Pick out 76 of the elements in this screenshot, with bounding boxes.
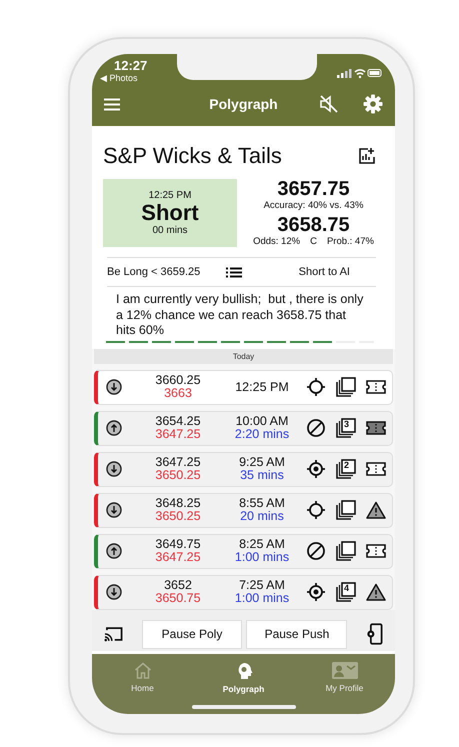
settings-icon[interactable] [363,94,383,114]
entry-price: 3652 [164,578,192,592]
long-threshold: Be Long < 3659.25 [107,266,200,278]
ticket-icon[interactable] [366,462,386,476]
message-text: I am currently very bullish; but , there is only a 12% chance we can reach 3658.75 that hits 60% [115,291,364,339]
crosshair-icon[interactable] [306,377,326,398]
warning-icon[interactable] [366,583,386,602]
trade-duration: 2:20 mins [234,428,290,442]
trade-row[interactable]: 3649.75 3647.25 8:25 AM 1:00 mins [94,534,393,569]
trade-duration: 35 mins [240,469,284,484]
signal-call: Short [141,200,199,226]
trade-duration: 1:00 mins [234,592,290,606]
house-icon [134,662,152,679]
signal-time: 12:25 PM [148,190,192,201]
back-link[interactable]: ◀ Photos [100,74,148,83]
trade-row[interactable]: 3652 3650.75 7:25 AM 1:00 mins 4 [94,574,393,610]
trade-duration: 1:00 mins [234,551,290,566]
trade-time: 8:55 AM [239,496,285,510]
stack-icon[interactable] [336,377,356,398]
grade-text: C [310,236,317,247]
stack-icon[interactable] [336,500,356,520]
tab-item[interactable]: Polygraph [208,662,278,694]
price-value: 3657.75 [277,179,350,200]
phone-settings-icon[interactable] [365,623,383,646]
day-header: Today [94,348,393,364]
prohibited-icon[interactable] [306,418,326,438]
entry-price: 3648.25 [155,496,201,510]
target-value: 3658.75 [277,215,350,236]
entry-price: 3649.75 [155,538,201,552]
stop-price: 3650.75 [155,592,201,606]
menu-icon[interactable] [104,98,120,110]
trade-time: 7:25 AM [239,578,285,592]
odds-text: Odds: 12% [253,236,300,247]
crosshair-icon[interactable] [306,582,326,602]
pause-button[interactable]: Pause Push [246,620,348,649]
status-icons [337,67,383,79]
entry-price: 3660.25 [155,374,201,388]
stop-price: 3663 [164,387,192,402]
crosshair-icon[interactable] [306,500,326,520]
warning-icon[interactable] [366,501,386,520]
crosshair-icon[interactable] [306,459,326,480]
tab-item[interactable]: My Profile [310,662,380,693]
stop-price: 3647.25 [155,551,201,566]
trade-row[interactable]: 3647.25 3650.25 9:25 AM 35 mins 2 [94,452,393,487]
page-title: S&P Wicks & Tails [103,143,282,169]
cast-icon[interactable] [104,626,124,642]
trade-time: 9:25 AM [239,456,285,470]
trade-time: 10:00 AM [236,414,288,428]
accuracy-text: Accuracy: 40% vs. 43% [264,200,364,211]
probability-text: Prob.: 47% [326,236,374,247]
entry-price: 3647.25 [155,456,201,470]
ticket-icon[interactable] [366,421,386,436]
ticket-icon[interactable] [366,544,386,558]
ticket-icon[interactable] [366,380,386,394]
trade-row[interactable]: 3660.25 3663 12:25 PM [94,370,393,405]
stop-price: 3650.25 [155,510,201,524]
trade-row[interactable]: 3654.25 3647.25 10:00 AM 2:20 mins 3 [94,410,393,446]
trade-row[interactable]: 3648.25 3650.25 8:55 AM 20 mins [94,492,393,528]
signal-duration: 00 mins [152,225,188,236]
entry-price: 3654.25 [155,414,201,428]
stack-icon[interactable] [336,541,356,562]
ai-status: Short to AI [298,266,350,278]
id-card-icon [332,662,358,679]
prohibited-icon[interactable] [306,541,326,562]
trade-duration: 20 mins [240,510,284,524]
stop-price: 3647.25 [155,428,201,442]
stop-price: 3650.25 [155,469,201,484]
speaker-icon[interactable] [319,95,339,113]
status-time: 12:27 [113,59,148,72]
trade-time: 12:25 PM [235,380,289,394]
list-icon[interactable] [226,266,242,278]
app-title: Polygraph [209,96,278,112]
chart-add-icon[interactable] [358,147,376,165]
tab-item[interactable]: Home [108,662,178,693]
pause-button[interactable]: Pause Poly [142,620,242,649]
trade-time: 8:25 AM [239,538,285,552]
